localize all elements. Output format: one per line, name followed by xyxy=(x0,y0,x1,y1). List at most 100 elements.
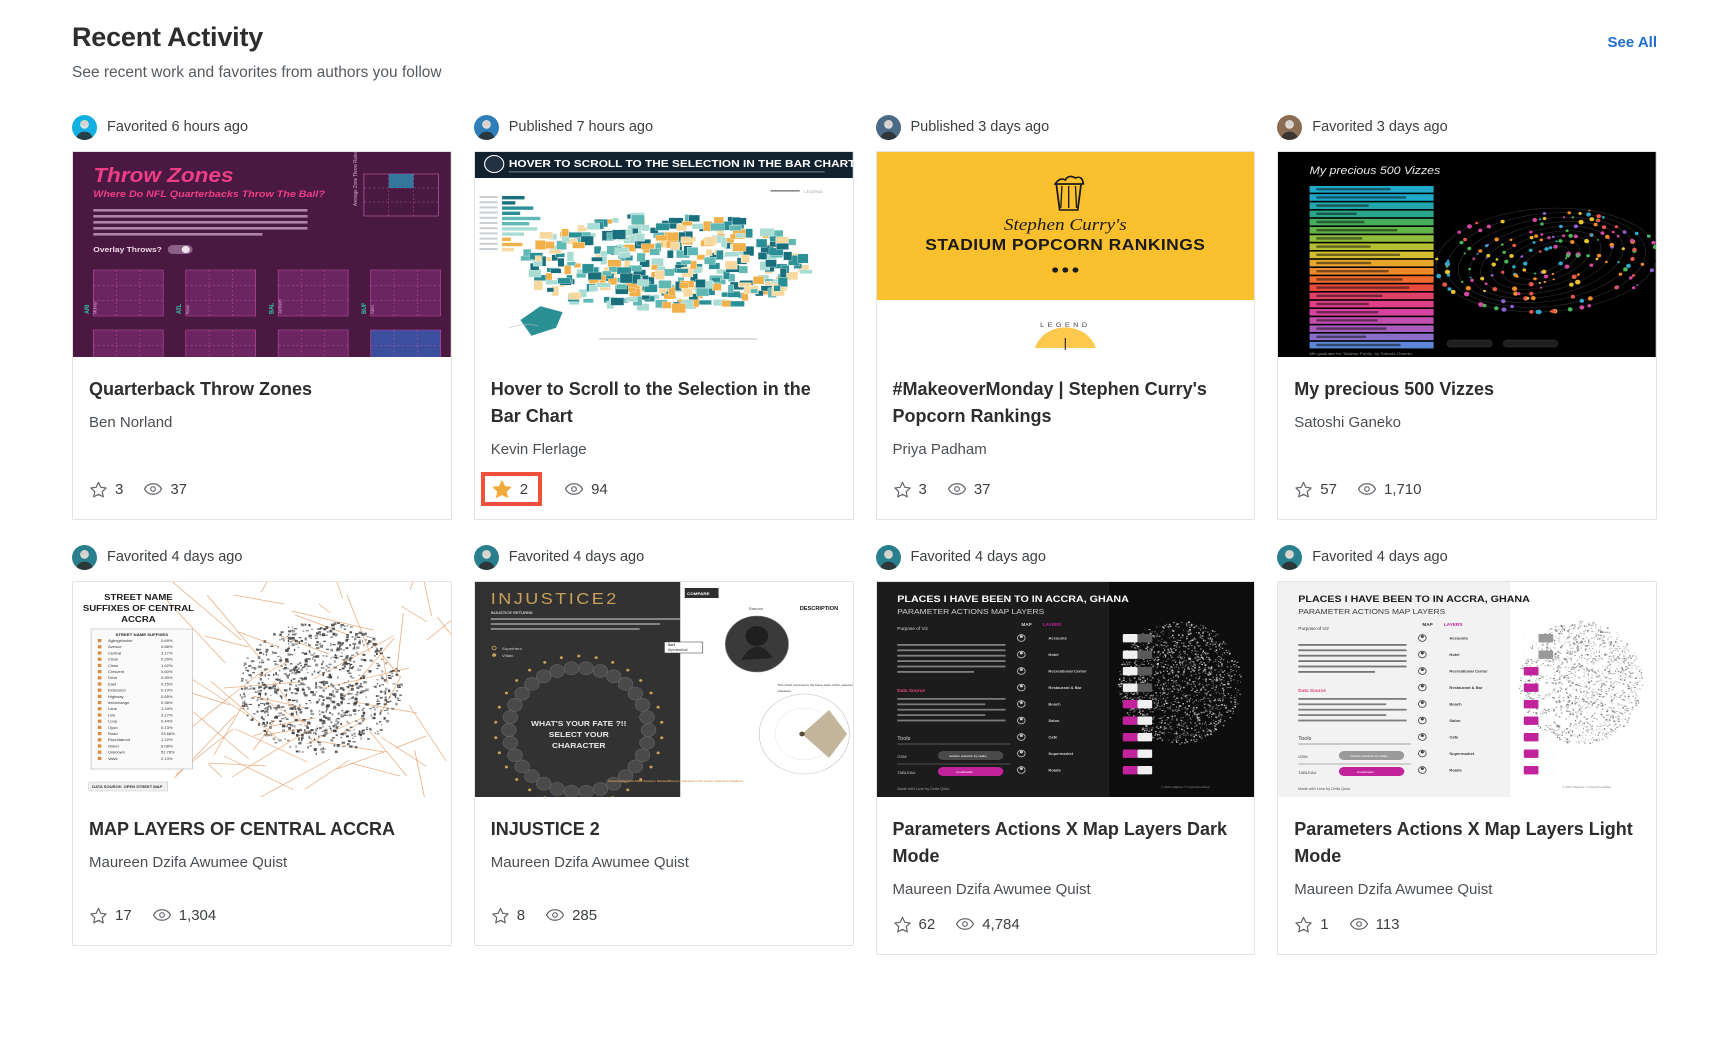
svg-text:Ryan: Ryan xyxy=(185,304,190,314)
eye-icon xyxy=(1357,479,1377,499)
svg-text:HOVER TO SCROLL TO THE SELECTI: HOVER TO SCROLL TO THE SELECTION IN THE … xyxy=(509,159,853,170)
svg-text:0.90%: 0.90% xyxy=(161,676,173,680)
card-thumbnail[interactable]: INJUSTICE2INJUSTICE RETURNSSuperheroVill… xyxy=(475,582,853,797)
svg-text:Overlay Throws?: Overlay Throws? xyxy=(93,245,162,253)
content-card[interactable]: INJUSTICE2INJUSTICE RETURNSSuperheroVill… xyxy=(474,581,854,946)
svg-text:MAP: MAP xyxy=(1021,622,1032,627)
card-thumbnail[interactable]: STREET NAMESUFFIXES OF CENTRALACCRASTREE… xyxy=(73,582,451,797)
avatar[interactable] xyxy=(876,545,901,570)
content-card[interactable]: HOVER TO SCROLL TO THE SELECTION IN THE … xyxy=(474,151,854,520)
favorites-stat[interactable]: 3 xyxy=(89,480,123,499)
avatar[interactable] xyxy=(1277,545,1302,570)
eye-icon xyxy=(564,479,584,499)
star-outline-icon[interactable] xyxy=(1294,915,1313,934)
avatar[interactable] xyxy=(474,545,499,570)
avatar[interactable] xyxy=(876,115,901,140)
card-title[interactable]: Parameters Actions X Map Layers Light Mo… xyxy=(1294,816,1640,870)
favorites-count: 8 xyxy=(517,907,525,924)
card-body: MAP LAYERS OF CENTRAL ACCRA Maureen Dzifa… xyxy=(73,797,451,889)
favorites-stat[interactable]: 2 xyxy=(485,476,538,502)
content-card[interactable]: PLACES I HAVE BEEN TO IN ACCRA, GHANAPAR… xyxy=(876,581,1256,955)
favorites-stat[interactable]: 17 xyxy=(89,906,132,925)
eye-icon xyxy=(143,479,163,499)
star-filled-icon[interactable] xyxy=(491,478,513,500)
content-card[interactable]: STREET NAMESUFFIXES OF CENTRALACCRASTREE… xyxy=(72,581,452,946)
svg-text:Tools: Tools xyxy=(897,736,910,742)
favorites-stat[interactable]: 57 xyxy=(1294,480,1337,499)
card-author[interactable]: Kevin Flerlage xyxy=(491,441,837,458)
svg-text:Supermarket: Supermarket xyxy=(1048,752,1074,756)
activity-meta-text: Favorited 4 days ago xyxy=(911,549,1046,565)
svg-text:STREET NAME SUFFIXES: STREET NAME SUFFIXES xyxy=(115,632,168,637)
favorites-stat[interactable]: 62 xyxy=(893,915,936,934)
content-card[interactable]: Stephen Curry'sSTADIUM POPCORN RANKINGSL… xyxy=(876,151,1256,520)
favorites-stat[interactable]: 8 xyxy=(491,906,525,925)
views-stat: 37 xyxy=(947,479,991,499)
favorites-count: 1 xyxy=(1320,916,1328,933)
svg-text:Close: Close xyxy=(108,664,118,668)
card-author[interactable]: Satoshi Ganeko xyxy=(1294,414,1640,431)
activity-meta: Published 3 days ago xyxy=(876,112,1256,142)
card-thumbnail[interactable]: Stephen Curry'sSTADIUM POPCORN RANKINGSL… xyxy=(877,152,1255,357)
card-title[interactable]: MAP LAYERS OF CENTRAL ACCRA xyxy=(89,816,435,843)
favorites-stat[interactable]: 3 xyxy=(893,480,927,499)
card-thumbnail[interactable]: My precious 500 VizzesMtr graduate for T… xyxy=(1278,152,1656,357)
card-author[interactable]: Maureen Dzifa Awumee Quist xyxy=(89,854,435,871)
card-author[interactable]: Maureen Dzifa Awumee Quist xyxy=(491,854,837,871)
svg-text:Roads: Roads xyxy=(1048,769,1060,773)
card-author[interactable]: Maureen Dzifa Awumee Quist xyxy=(1294,881,1640,898)
card-body: Quarterback Throw Zones Ben Norland xyxy=(73,357,451,463)
avatar[interactable] xyxy=(72,115,97,140)
card-title[interactable]: #MakeoverMonday | Stephen Curry's Popcor… xyxy=(893,376,1239,430)
card-thumbnail[interactable]: Throw ZonesWhere Do NFL Quarterbacks Thr… xyxy=(73,152,451,357)
star-outline-icon[interactable] xyxy=(89,480,108,499)
card-thumbnail[interactable]: HOVER TO SCROLL TO THE SELECTION IN THE … xyxy=(475,152,853,357)
svg-text:3.17%: 3.17% xyxy=(161,714,173,718)
star-outline-icon[interactable] xyxy=(1294,480,1313,499)
avatar[interactable] xyxy=(474,115,499,140)
favorites-stat[interactable]: 1 xyxy=(1294,915,1328,934)
svg-text:Lane: Lane xyxy=(108,707,117,711)
svg-text:TABLEAU: TABLEAU xyxy=(897,771,915,775)
avatar[interactable] xyxy=(72,545,97,570)
card-thumbnail[interactable]: PLACES I HAVE BEEN TO IN ACCRA, GHANAPAR… xyxy=(877,582,1255,797)
page-title: Recent Activity xyxy=(72,22,442,53)
see-all-link[interactable]: See All xyxy=(1608,22,1657,51)
card-title[interactable]: Parameters Actions X Map Layers Dark Mod… xyxy=(893,816,1239,870)
svg-text:Agbogbloshie: Agbogbloshie xyxy=(108,639,133,643)
svg-text:Link: Link xyxy=(108,714,116,718)
card-author[interactable]: Maureen Dzifa Awumee Quist xyxy=(893,881,1239,898)
content-card[interactable]: Throw ZonesWhere Do NFL Quarterbacks Thr… xyxy=(72,151,452,520)
star-outline-icon[interactable] xyxy=(89,906,108,925)
card-author[interactable]: Priya Padham xyxy=(893,441,1239,458)
card-title[interactable]: Quarterback Throw Zones xyxy=(89,376,435,403)
svg-text:0.13%: 0.13% xyxy=(161,757,173,761)
card-stats: 3 37 xyxy=(877,463,1255,519)
avatar[interactable] xyxy=(1277,115,1302,140)
card-thumbnail[interactable]: PLACES I HAVE BEEN TO IN ACCRA, GHANAPAR… xyxy=(1278,582,1656,797)
card-author[interactable]: Ben Norland xyxy=(89,414,435,431)
card-title[interactable]: Hover to Scroll to the Selection in the … xyxy=(491,376,837,430)
eye-icon xyxy=(955,914,975,934)
svg-text:0.13%: 0.13% xyxy=(161,689,173,693)
svg-text:51.78%: 51.78% xyxy=(161,751,175,755)
svg-text:Throw Zones: Throw Zones xyxy=(93,164,233,187)
recent-activity-page: Recent Activity See recent work and favo… xyxy=(0,0,1729,1050)
svg-text:© 2021 Mapbox © OpenStreetMap: © 2021 Mapbox © OpenStreetMap xyxy=(1161,785,1210,789)
svg-text:Murray: Murray xyxy=(92,301,97,314)
svg-text:Allen: Allen xyxy=(370,305,375,314)
content-card[interactable]: My precious 500 VizzesMtr graduate for T… xyxy=(1277,151,1657,520)
views-count: 1,304 xyxy=(179,907,217,924)
content-card[interactable]: PLACES I HAVE BEEN TO IN ACCRA, GHANAPAR… xyxy=(1277,581,1657,955)
activity-meta-text: Favorited 4 days ago xyxy=(509,549,644,565)
svg-text:INJUSTICE RETURNS: INJUSTICE RETURNS xyxy=(491,611,533,615)
card-title[interactable]: INJUSTICE 2 xyxy=(491,816,837,843)
star-outline-icon[interactable] xyxy=(491,906,510,925)
card-title[interactable]: My precious 500 Vizzes xyxy=(1294,376,1640,403)
star-outline-icon[interactable] xyxy=(893,915,912,934)
svg-text:9.08%: 9.08% xyxy=(161,745,173,749)
svg-text:LAYERS: LAYERS xyxy=(1042,622,1061,627)
activity-cell: Favorited 3 days agoMy precious 500 Vizz… xyxy=(1277,112,1657,520)
svg-text:Unknown: Unknown xyxy=(108,751,125,755)
star-outline-icon[interactable] xyxy=(893,480,912,499)
